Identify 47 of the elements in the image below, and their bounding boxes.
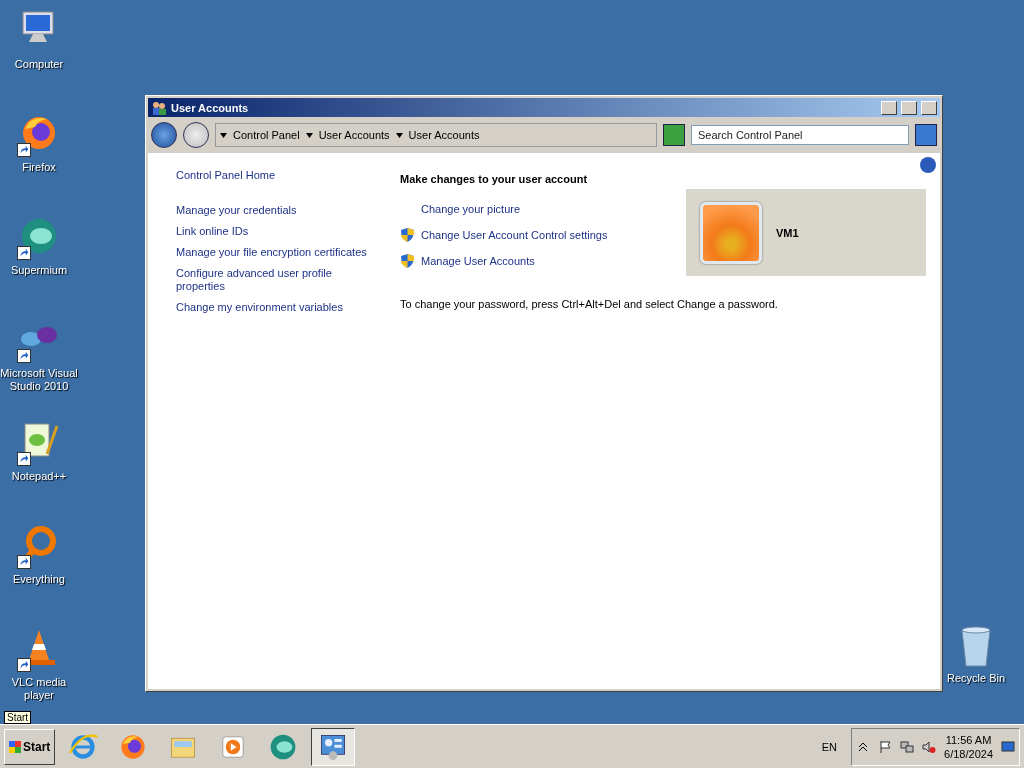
- users-icon: [151, 99, 167, 116]
- sidebar-link[interactable]: Change my environment variables: [176, 301, 372, 314]
- sidebar-link[interactable]: Configure advanced user profile properties: [176, 267, 372, 293]
- desktop-icon-label[interactable]: VLC media player: [0, 676, 78, 702]
- help-button[interactable]: [920, 157, 936, 173]
- close-button[interactable]: [921, 100, 937, 115]
- caret-icon[interactable]: [395, 132, 403, 138]
- desktop-icon-label[interactable]: Computer: [14, 58, 64, 71]
- desktop-icon-label[interactable]: Everything: [13, 573, 65, 586]
- language-indicator[interactable]: EN: [821, 740, 838, 753]
- start-button[interactable]: Start: [4, 728, 56, 765]
- desktop-icon-label[interactable]: Notepad++: [11, 470, 67, 483]
- address-bar[interactable]: Control Panel User Accounts User Accounts: [215, 123, 657, 147]
- network-icon[interactable]: [900, 739, 915, 754]
- forward-button[interactable]: [183, 122, 209, 148]
- muted-speaker-icon[interactable]: [922, 739, 937, 754]
- sidebar-link[interactable]: Manage your file encryption certificates: [176, 246, 372, 259]
- clock[interactable]: 11:56 AM 6/18/2024: [944, 732, 993, 761]
- window-title: User Accounts: [171, 101, 250, 114]
- caret-icon[interactable]: [305, 132, 313, 138]
- account-name: VM1: [776, 226, 799, 239]
- task-link[interactable]: Change your picture: [421, 202, 521, 216]
- show-desktop-icon[interactable]: [1001, 739, 1015, 754]
- taskbar-app-button[interactable]: [311, 727, 356, 766]
- minimize-button[interactable]: [881, 100, 897, 115]
- desktop-icon-label[interactable]: Firefox: [22, 161, 56, 174]
- desktop-icon-label[interactable]: Recycle Bin: [946, 672, 1006, 685]
- breadcrumb-item[interactable]: Control Panel: [233, 129, 300, 141]
- desktop-icon-label[interactable]: Supermium: [10, 264, 68, 277]
- section-heading: Make changes to your user account: [400, 173, 589, 185]
- caret-icon[interactable]: [220, 132, 227, 138]
- search-field[interactable]: Search Control Panel: [691, 125, 909, 145]
- desktop-icon-label[interactable]: Microsoft Visual Studio 2010: [0, 367, 78, 393]
- sidebar-link[interactable]: Control Panel Home: [176, 169, 372, 182]
- sidebar-link[interactable]: Link online IDs: [176, 225, 372, 238]
- breadcrumb-item[interactable]: User Accounts: [318, 129, 390, 141]
- breadcrumb-item[interactable]: User Accounts: [408, 129, 480, 141]
- flag-icon[interactable]: [878, 739, 893, 754]
- task-link[interactable]: Manage User Accounts: [421, 254, 535, 268]
- sidebar-link[interactable]: Manage your credentials: [176, 204, 372, 217]
- maximize-button[interactable]: [901, 100, 917, 115]
- search-button[interactable]: [915, 124, 937, 146]
- tooltip: Start: [4, 711, 32, 724]
- refresh-button[interactable]: [663, 124, 685, 146]
- task-link[interactable]: Change User Account Control settings: [421, 228, 608, 242]
- back-button[interactable]: [151, 122, 177, 148]
- password-note: To change your password, press Ctrl+Alt+Del and select Change a password.: [400, 298, 779, 310]
